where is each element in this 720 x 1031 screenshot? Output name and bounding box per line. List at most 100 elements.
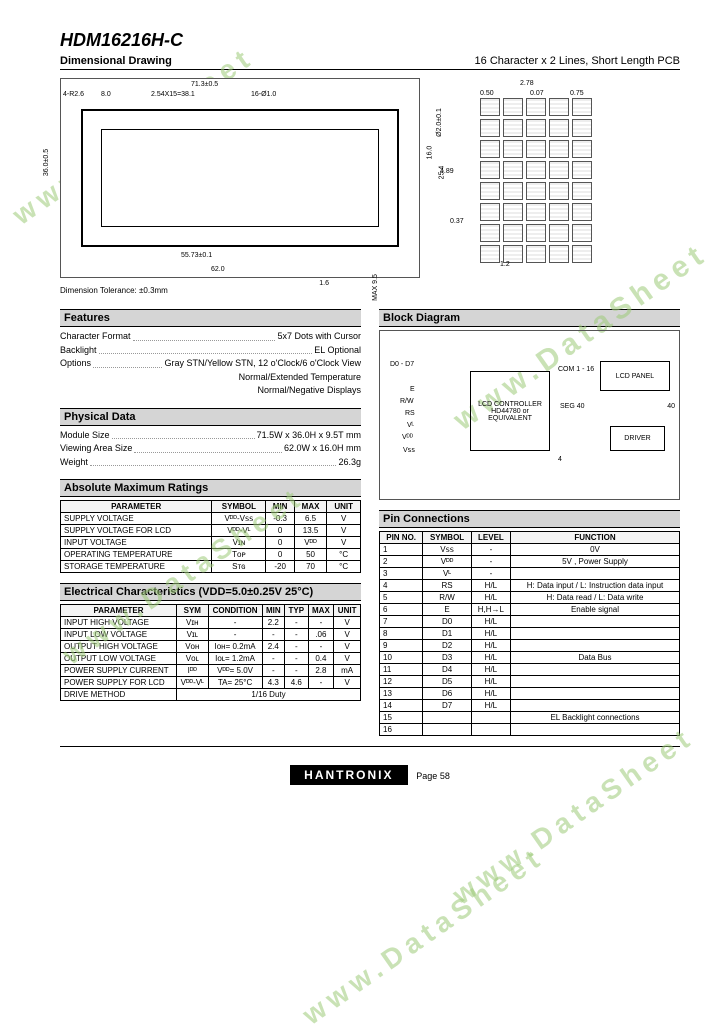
table-row: POWER SUPPLY CURRENTIᴰᴰVᴰᴰ= 5.0V--2.8mA [61, 665, 361, 677]
tolerance-note: Dimension Tolerance: ±0.3mm [60, 286, 680, 295]
table-header: FUNCTION [510, 532, 679, 544]
dim-label: 62.0 [211, 266, 225, 273]
spec-line: BacklightEL Optional [60, 344, 361, 358]
spec-line: Normal/Extended Temperature [60, 371, 361, 385]
controller-block: LCD CONTROLLER HD44780 or EQUIVALENT [470, 371, 550, 451]
dim-label: MAX 9.5 [372, 274, 379, 301]
table-row: OPERATING TEMPERATURETᴏᴘ050°C [61, 549, 361, 561]
table-row: 14D7H/L [380, 700, 680, 712]
table-header: MIN [266, 501, 294, 513]
table-row: STORAGE TEMPERATURESᴛɢ-2070°C [61, 561, 361, 573]
dim-label: 1.2 [500, 261, 510, 268]
right-column: Block Diagram LCD CONTROLLER HD44780 or … [379, 309, 680, 736]
features-heading: Features [60, 309, 361, 327]
table-row: 11D4H/L [380, 664, 680, 676]
dim-label: 4.89 [440, 168, 454, 175]
table-row: SUPPLY VOLTAGE FOR LCDVᴰᴰ-Vᴸ013.5V [61, 525, 361, 537]
lcd-panel-block: LCD PANEL [600, 361, 670, 391]
table-row: 16 [380, 724, 680, 736]
part-number-title: HDM16216H-C [60, 30, 680, 51]
signal-label: RS [405, 410, 415, 417]
table-row: POWER SUPPLY FOR LCDVᴰᴰ-VᴸTA= 25°C4.34.6… [61, 677, 361, 689]
table-header: UNIT [334, 605, 361, 617]
table-header: MIN [262, 605, 285, 617]
table-row: 8D1H/L [380, 628, 680, 640]
signal-label: R/W [400, 398, 414, 405]
elec-heading: Electrical Characteristics (VDD=5.0±0.25… [60, 583, 361, 601]
table-header: SYM [177, 605, 209, 617]
table-row: INPUT LOW VOLTAGEVɪʟ---.06V [61, 629, 361, 641]
brand-footer: HANTRONIX [290, 765, 407, 785]
table-row: 7D0H/L [380, 616, 680, 628]
table-header: MAX [308, 605, 334, 617]
spec-line: OptionsGray STN/Yellow STN, 12 o'Clock/6… [60, 357, 361, 371]
table-header: SYMBOL [212, 501, 266, 513]
physical-list: Module Size71.5W x 36.0H x 9.5T mmViewin… [60, 429, 361, 470]
dim-label: 2.78 [520, 80, 534, 87]
block-diagram: LCD CONTROLLER HD44780 or EQUIVALENT LCD… [379, 330, 680, 500]
character-detail-drawing: 2.78 0.50 0.07 0.75 4.89 0.37 1.2 [440, 78, 620, 268]
table-header: PIN NO. [380, 532, 423, 544]
dimensional-drawing-area: 71.3±0.5 2.54X15=38.1 16-Ø1.0 8.0 4-R2.6… [60, 78, 680, 278]
physical-heading: Physical Data [60, 408, 361, 426]
table-header: UNIT [327, 501, 361, 513]
dim-label: 0.75 [570, 90, 584, 97]
bus-label: 40 [667, 403, 675, 410]
subtitle: Dimensional Drawing [60, 55, 172, 67]
left-column: Features Character Format5x7 Dots with C… [60, 309, 361, 736]
table-row: 3Vᴸ- [380, 568, 680, 580]
table-header: TYP [285, 605, 308, 617]
signal-label: E [410, 386, 415, 393]
dim-label: 0.37 [450, 218, 464, 225]
abs-max-heading: Absolute Maximum Ratings [60, 479, 361, 497]
table-row: 6EH,H→LEnable signal [380, 604, 680, 616]
table-row: 5R/WH/LH: Data read / L: Data write [380, 592, 680, 604]
table-row: INPUT HIGH VOLTAGEVɪʜ-2.2--V [61, 617, 361, 629]
dim-label: 55.73±0.1 [181, 252, 212, 259]
table-row: 10D3H/LData Bus [380, 652, 680, 664]
table-header: LEVEL [471, 532, 510, 544]
table-row: 13D6H/L [380, 688, 680, 700]
table-header: PARAMETER [61, 605, 177, 617]
table-row: OUTPUT LOW VOLTAGEVᴏʟIᴏʟ= 1.2mA--0.4V [61, 653, 361, 665]
table-header: SYMBOL [423, 532, 472, 544]
table-row: DRIVE METHOD1/16 Duty [61, 689, 361, 701]
table-row: 4RSH/LH: Data input / L: Instruction dat… [380, 580, 680, 592]
table-row: 9D2H/L [380, 640, 680, 652]
table-row: SUPPLY VOLTAGEVᴰᴰ-Vꜱꜱ-0.36.5V [61, 513, 361, 525]
table-row: 12D5H/L [380, 676, 680, 688]
dim-label: 16.0 [427, 146, 434, 160]
table-row: 15EL Backlight connections [380, 712, 680, 724]
signal-label: Vᴰᴰ [402, 434, 413, 441]
bus-label: COM 1 - 16 [558, 366, 594, 373]
table-row: INPUT VOLTAGEVɪɴ0VᴰᴰV [61, 537, 361, 549]
spec-line: Viewing Area Size62.0W x 16.0H mm [60, 442, 361, 456]
dim-label: 8.0 [101, 91, 111, 98]
pin-heading: Pin Connections [379, 510, 680, 528]
dim-label: 36.0±0.5 [43, 149, 50, 176]
table-header: MAX [294, 501, 326, 513]
table-row: OUTPUT HIGH VOLTAGEVᴏʜIᴏʜ= 0.2mA2.4--V [61, 641, 361, 653]
spec-line: Character Format5x7 Dots with Cursor [60, 330, 361, 344]
module-outline-drawing: 71.3±0.5 2.54X15=38.1 16-Ø1.0 8.0 4-R2.6… [60, 78, 420, 278]
signal-label: Vᴸ [407, 422, 414, 429]
table-row: 1Vꜱꜱ-0V [380, 544, 680, 556]
dim-label: 0.50 [480, 90, 494, 97]
pin-table: PIN NO.SYMBOLLEVELFUNCTION1Vꜱꜱ-0V2Vᴰᴰ-5V… [379, 531, 680, 736]
elec-table: PARAMETERSYMCONDITIONMINTYPMAXUNITINPUT … [60, 604, 361, 701]
features-list: Character Format5x7 Dots with CursorBack… [60, 330, 361, 398]
driver-block: DRIVER [610, 426, 665, 451]
spec-line: Weight26.3g [60, 456, 361, 470]
block-diagram-heading: Block Diagram [379, 309, 680, 327]
spec-line: Module Size71.5W x 36.0H x 9.5T mm [60, 429, 361, 443]
dim-label: 0.07 [530, 90, 544, 97]
dim-label: 16-Ø1.0 [251, 91, 276, 98]
signal-label: Vꜱꜱ [403, 446, 415, 454]
watermark: www.DataSheet [297, 841, 550, 1031]
abs-max-table: PARAMETERSYMBOLMINMAXUNITSUPPLY VOLTAGEV… [60, 500, 361, 573]
dim-label: 71.3±0.5 [191, 81, 218, 88]
bus-label: 4 [558, 456, 562, 463]
page-number: Page 58 [416, 771, 450, 781]
table-header: CONDITION [208, 605, 262, 617]
signal-label: D0 - D7 [390, 361, 414, 368]
